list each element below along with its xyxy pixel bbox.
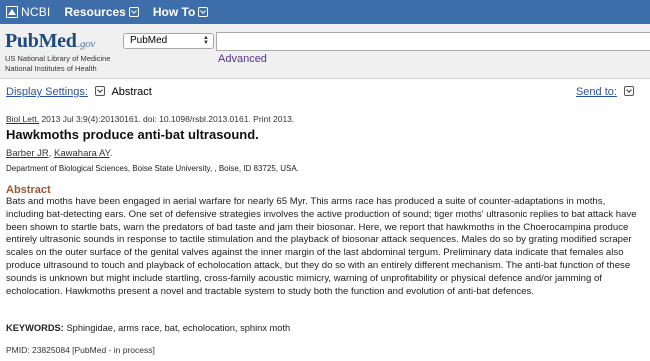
resources-menu[interactable]: Resources xyxy=(64,5,139,19)
howto-menu[interactable]: How To xyxy=(152,5,209,19)
display-settings-link[interactable]: Display Settings: xyxy=(6,86,88,98)
abstract-line: echolocation. Hawkmoths present a novel … xyxy=(6,285,534,297)
select-arrows-icon: ▲ ▼ xyxy=(203,35,209,46)
author-link[interactable]: Barber JR xyxy=(6,148,49,159)
resources-label: Resources xyxy=(64,5,126,19)
ncbi-topbar: NCBI Resources How To xyxy=(0,0,650,24)
author-end: . xyxy=(109,148,113,159)
display-settings-row: Display Settings: Abstract Send to: xyxy=(6,86,646,98)
ncbi-label: NCBI xyxy=(21,5,51,19)
article-title: Hawkmoths produce anti-bat ultrasound. xyxy=(6,127,259,142)
affiliation: Department of Biological Sciences, Boise… xyxy=(6,164,299,173)
abstract-text: Bats and moths have been engaged in aeri… xyxy=(6,196,646,298)
logo-pub-text: Pub xyxy=(5,30,39,52)
search-input[interactable] xyxy=(216,32,650,51)
pmid-line: PMID: 23825084 [PubMed - in process] xyxy=(6,345,155,355)
chevron-down-icon[interactable] xyxy=(95,86,105,96)
logo-med-text: Med xyxy=(38,30,77,52)
chevron-down-icon xyxy=(624,86,634,96)
keywords-value: Sphingidae, arms race, bat, echolocation… xyxy=(63,323,291,333)
nih-line: National Institutes of Health xyxy=(5,64,97,73)
display-format-value: Abstract xyxy=(111,86,152,98)
citation-details: 2013 Jul 3;9(4):20130161. doi: 10.1098/r… xyxy=(39,114,295,124)
abstract-line: sounds is unknown but might include star… xyxy=(6,272,602,284)
send-to-menu[interactable]: Send to: xyxy=(576,86,638,98)
citation-line: Biol Lett. 2013 Jul 3;9(4):20130161. doi… xyxy=(6,114,294,124)
database-select[interactable]: PubMed ▲ ▼ xyxy=(123,33,214,49)
send-to-label: Send to: xyxy=(575,86,617,98)
ncbi-home-link[interactable]: NCBI xyxy=(6,5,50,19)
abstract-line: entirely ultrasonic sounds in response t… xyxy=(6,234,632,246)
abstract-line: Bats and moths have been engaged in aeri… xyxy=(6,196,606,207)
keywords-label: KEYWORDS: xyxy=(6,323,64,333)
abstract-line: been shown to startle bats, warn the pre… xyxy=(6,221,629,233)
nlm-line: US National Library of Medicine xyxy=(5,54,111,63)
howto-label: How To xyxy=(152,5,196,19)
abstract-line: including bat-detecting ears. One set of… xyxy=(6,208,637,220)
author-list: Barber JR, Kawahara AY. xyxy=(6,148,112,159)
ncbi-logo-icon xyxy=(6,6,18,18)
pubmed-logo-wordmark: PubMed.gov xyxy=(5,30,110,53)
journal-link[interactable]: Biol Lett. xyxy=(6,114,39,124)
advanced-search-link[interactable]: Advanced xyxy=(218,53,267,65)
database-select-value: PubMed xyxy=(130,35,168,46)
pubmed-logo[interactable]: PubMed.gov US National Library of Medici… xyxy=(5,30,110,73)
abstract-line: scales on the outer surface of the genit… xyxy=(6,247,624,259)
keywords-line: KEYWORDS: Sphingidae, arms race, bat, ec… xyxy=(6,323,290,333)
abstract-line: produce ultrasound to touch and playback… xyxy=(6,259,631,271)
chevron-down-icon xyxy=(198,7,209,17)
pubmed-header: PubMed.gov US National Library of Medici… xyxy=(0,24,650,79)
author-link[interactable]: Kawahara AY xyxy=(54,148,110,159)
chevron-down-icon xyxy=(128,7,139,17)
logo-gov-text: .gov xyxy=(77,38,96,50)
abstract-heading: Abstract xyxy=(6,184,51,196)
